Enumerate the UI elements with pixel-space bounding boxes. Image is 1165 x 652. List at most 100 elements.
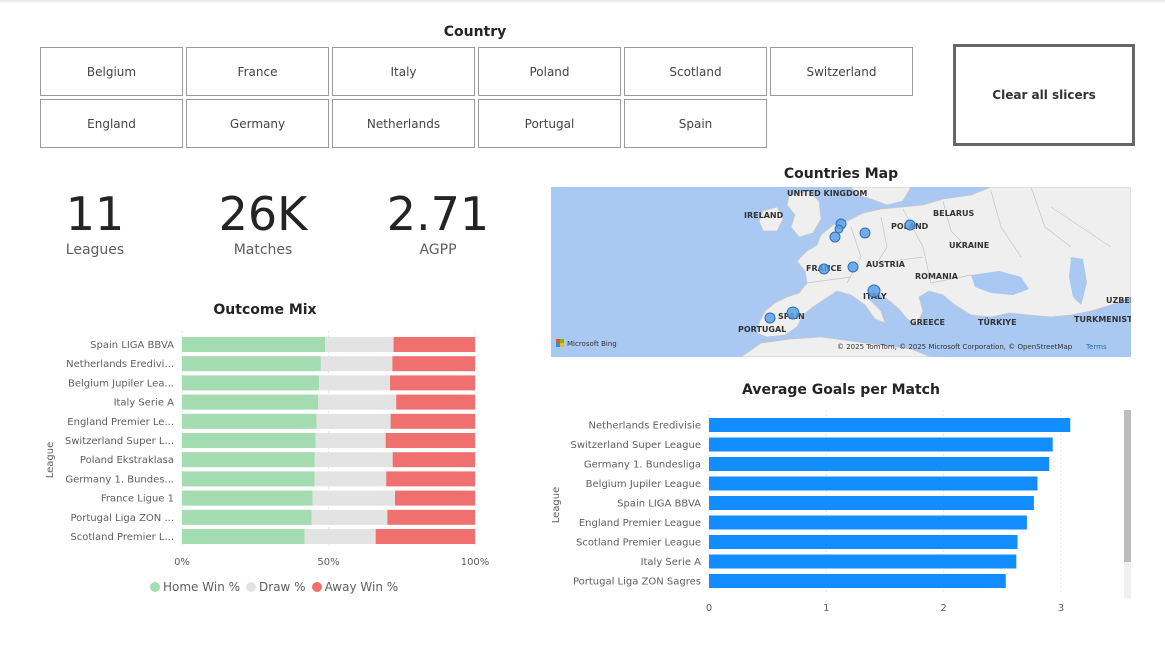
- category-label: Italy Serie A: [641, 557, 702, 568]
- bar-segment-home[interactable]: [182, 452, 315, 468]
- category-label: Germany 1. Bundes...: [65, 474, 174, 485]
- slicer-option-switzerland[interactable]: Switzerland: [770, 47, 913, 96]
- x-tick-label: 50%: [317, 557, 339, 568]
- goals-bar[interactable]: [709, 418, 1071, 432]
- legend-item-home[interactable]: Home Win %: [150, 580, 240, 594]
- x-tick-label: 3: [1058, 603, 1064, 614]
- map-provider: Microsoft Bing: [567, 340, 617, 348]
- x-tick-label: 0: [706, 603, 712, 614]
- bar-segment-away[interactable]: [375, 529, 475, 544]
- goals-bar[interactable]: [709, 535, 1018, 549]
- bar-segment-draw[interactable]: [315, 433, 386, 448]
- map-marker-spain[interactable]: [786, 306, 800, 320]
- bar-segment-draw[interactable]: [314, 452, 393, 468]
- map-marker-portugal[interactable]: [764, 312, 776, 324]
- clear-all-slicers-button[interactable]: Clear all slicers: [953, 44, 1135, 146]
- bar-segment-away[interactable]: [395, 490, 475, 506]
- bar-segment-draw[interactable]: [324, 337, 394, 352]
- slicer-option-netherlands[interactable]: Netherlands: [332, 99, 475, 148]
- goals-bar[interactable]: [709, 554, 1017, 569]
- bar-segment-draw[interactable]: [304, 529, 376, 544]
- slicer-option-england[interactable]: England: [40, 99, 183, 148]
- avg-goals-scrollbar[interactable]: [1124, 410, 1131, 598]
- slicer-option-italy[interactable]: Italy: [332, 47, 475, 96]
- map-marker-germany[interactable]: [859, 227, 871, 239]
- bar-segment-draw[interactable]: [314, 471, 387, 487]
- bar-segment-home[interactable]: [182, 471, 315, 487]
- bar-segment-home[interactable]: [182, 375, 320, 391]
- bar-segment-draw[interactable]: [316, 413, 391, 429]
- bar-segment-away[interactable]: [385, 433, 475, 448]
- legend-item-draw[interactable]: Draw %: [246, 580, 306, 594]
- category-label: Belgium Jupiler Lea...: [68, 378, 174, 389]
- avg-goals-title: Average Goals per Match: [742, 382, 940, 398]
- map-marker-switzerland[interactable]: [847, 261, 859, 273]
- bar-segment-away[interactable]: [396, 394, 475, 410]
- legend-item-away[interactable]: Away Win %: [311, 580, 398, 594]
- map-marker-netherlands[interactable]: [834, 224, 844, 234]
- bar-segment-home[interactable]: [182, 394, 319, 410]
- bar-segment-home[interactable]: [182, 356, 321, 372]
- slicer-option-spain[interactable]: Spain: [624, 99, 767, 148]
- bar-segment-home[interactable]: [182, 337, 325, 352]
- bar-segment-away[interactable]: [390, 375, 475, 391]
- bar-segment-home[interactable]: [182, 509, 312, 525]
- slicer-option-poland[interactable]: Poland: [478, 47, 621, 96]
- x-tick-label: 0%: [174, 557, 190, 568]
- slicer-title: Country: [443, 24, 507, 40]
- category-label: Scotland Premier L...: [70, 532, 174, 543]
- category-label: Spain LIGA BBVA: [90, 340, 174, 351]
- bing-logo-icon: [556, 343, 560, 347]
- slicer-option-scotland[interactable]: Scotland: [624, 47, 767, 96]
- slicer-option-belgium[interactable]: Belgium: [40, 47, 183, 96]
- avg-goals-chart: League 0 1 2 3 Netherlands Eredivisie Switzer…: [551, 410, 1071, 614]
- bar-segment-draw[interactable]: [320, 356, 393, 372]
- map-marker-france[interactable]: [818, 263, 830, 275]
- map-label: AUSTRIA: [866, 260, 906, 269]
- bar-segment-home[interactable]: [182, 433, 316, 448]
- kpi-card-matches: 26K Matches: [203, 188, 323, 258]
- map-terms-link[interactable]: Terms: [1085, 343, 1107, 351]
- bar-segment-home[interactable]: [182, 529, 305, 544]
- goals-bar[interactable]: [709, 476, 1038, 491]
- goals-bar[interactable]: [709, 515, 1027, 530]
- goals-bar[interactable]: [709, 574, 1006, 588]
- bing-logo-icon: [560, 343, 564, 347]
- map-label: BELARUS: [933, 209, 975, 218]
- bar-segment-away[interactable]: [392, 452, 475, 468]
- outcome-mix-legend: Home Win % Draw % Away Win %: [150, 580, 398, 594]
- bar-segment-draw[interactable]: [311, 509, 388, 525]
- bar-segment-draw[interactable]: [319, 375, 391, 391]
- slicer-option-portugal[interactable]: Portugal: [478, 99, 621, 148]
- goals-bar[interactable]: [709, 496, 1034, 510]
- bar-segment-away[interactable]: [393, 337, 475, 352]
- kpi-card-leagues: 11 Leagues: [35, 188, 155, 258]
- kpi-card-agpp: 2.71 AGPP: [378, 188, 498, 258]
- goals-bar[interactable]: [709, 437, 1053, 452]
- x-tick-label: 1: [823, 603, 829, 614]
- x-tick-label: 100%: [461, 557, 490, 568]
- avg-goals-ylabel: League: [551, 487, 562, 524]
- bar-segment-away[interactable]: [392, 356, 475, 372]
- bar-segment-draw[interactable]: [318, 394, 397, 410]
- kpi-label: Leagues: [65, 242, 125, 258]
- goals-bar[interactable]: [709, 457, 1050, 471]
- map-canvas: UNITED KINGDOM IRELAND POLAND BELARUS UK…: [551, 187, 1131, 357]
- bar-segment-home[interactable]: [182, 413, 317, 429]
- category-label: Belgium Jupiler League: [586, 479, 701, 490]
- category-label: Poland Ekstraklasa: [80, 455, 174, 466]
- bar-segment-away[interactable]: [386, 471, 475, 487]
- map-marker-italy[interactable]: [867, 284, 881, 298]
- countries-map[interactable]: UNITED KINGDOM IRELAND POLAND BELARUS UK…: [551, 187, 1131, 357]
- map-marker-poland[interactable]: [904, 219, 916, 231]
- outcome-mix-chart: League 0% 50% 100% Spain LIGA BBVA Netherlan…: [45, 331, 490, 568]
- map-marker-belgium[interactable]: [829, 231, 841, 243]
- legend-dot: [150, 582, 160, 592]
- bar-segment-away[interactable]: [387, 509, 475, 525]
- slicer-option-germany[interactable]: Germany: [186, 99, 329, 148]
- bar-segment-draw[interactable]: [312, 490, 396, 506]
- bar-segment-away[interactable]: [390, 413, 475, 429]
- bar-segment-home[interactable]: [182, 490, 313, 506]
- scrollbar-thumb[interactable]: [1124, 410, 1131, 562]
- slicer-option-france[interactable]: France: [186, 47, 329, 96]
